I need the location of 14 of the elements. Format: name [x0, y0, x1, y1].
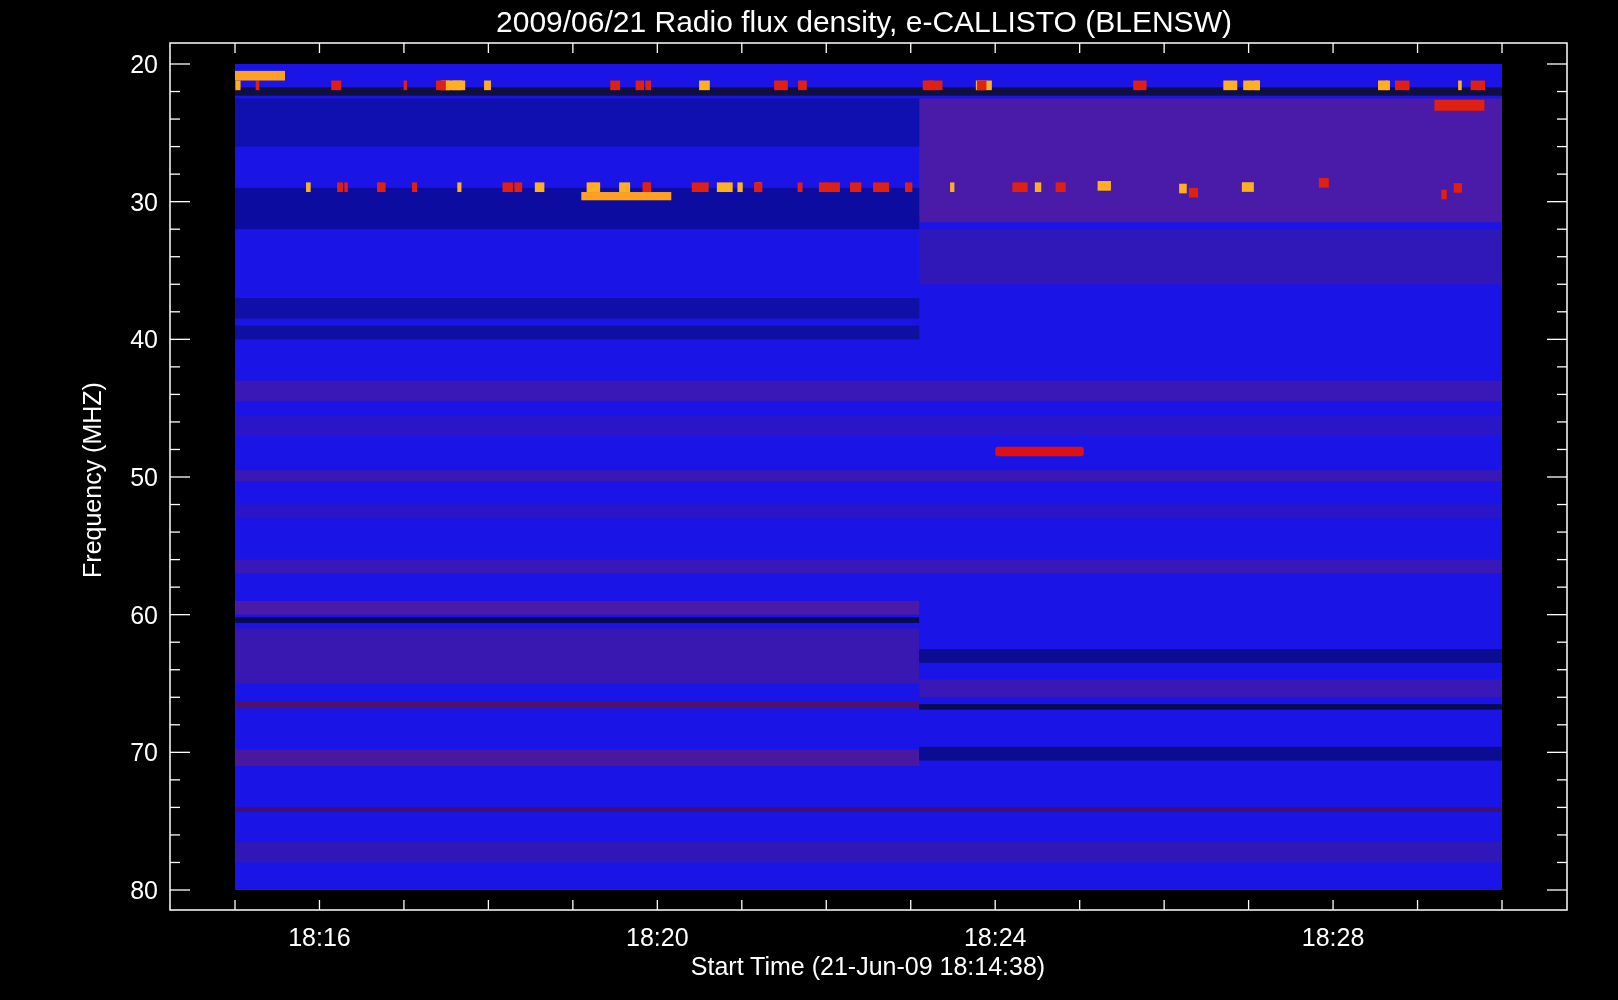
y-tick-label: 20 [130, 50, 158, 78]
y-tick-label: 30 [130, 187, 158, 216]
x-tick-label: 18:16 [288, 923, 351, 951]
y-tick-label: 50 [130, 463, 158, 491]
y-axis-title: Frequency (MHZ) [78, 382, 106, 578]
y-tick-label: 80 [130, 876, 158, 904]
x-tick-label: 18:20 [626, 923, 689, 951]
y-tick-label: 60 [130, 600, 158, 629]
x-axis-title: Start Time (21-Jun-09 18:14:38) [690, 952, 1046, 980]
y-tick-label: 40 [130, 325, 158, 354]
y-tick-label: 70 [130, 738, 158, 767]
x-tick-label: 18:24 [963, 923, 1027, 951]
x-tick-label: 18:28 [1301, 923, 1365, 951]
chart-title: 2009/06/21 Radio flux density, e-CALLISTO (BLENSW) [496, 5, 1232, 38]
